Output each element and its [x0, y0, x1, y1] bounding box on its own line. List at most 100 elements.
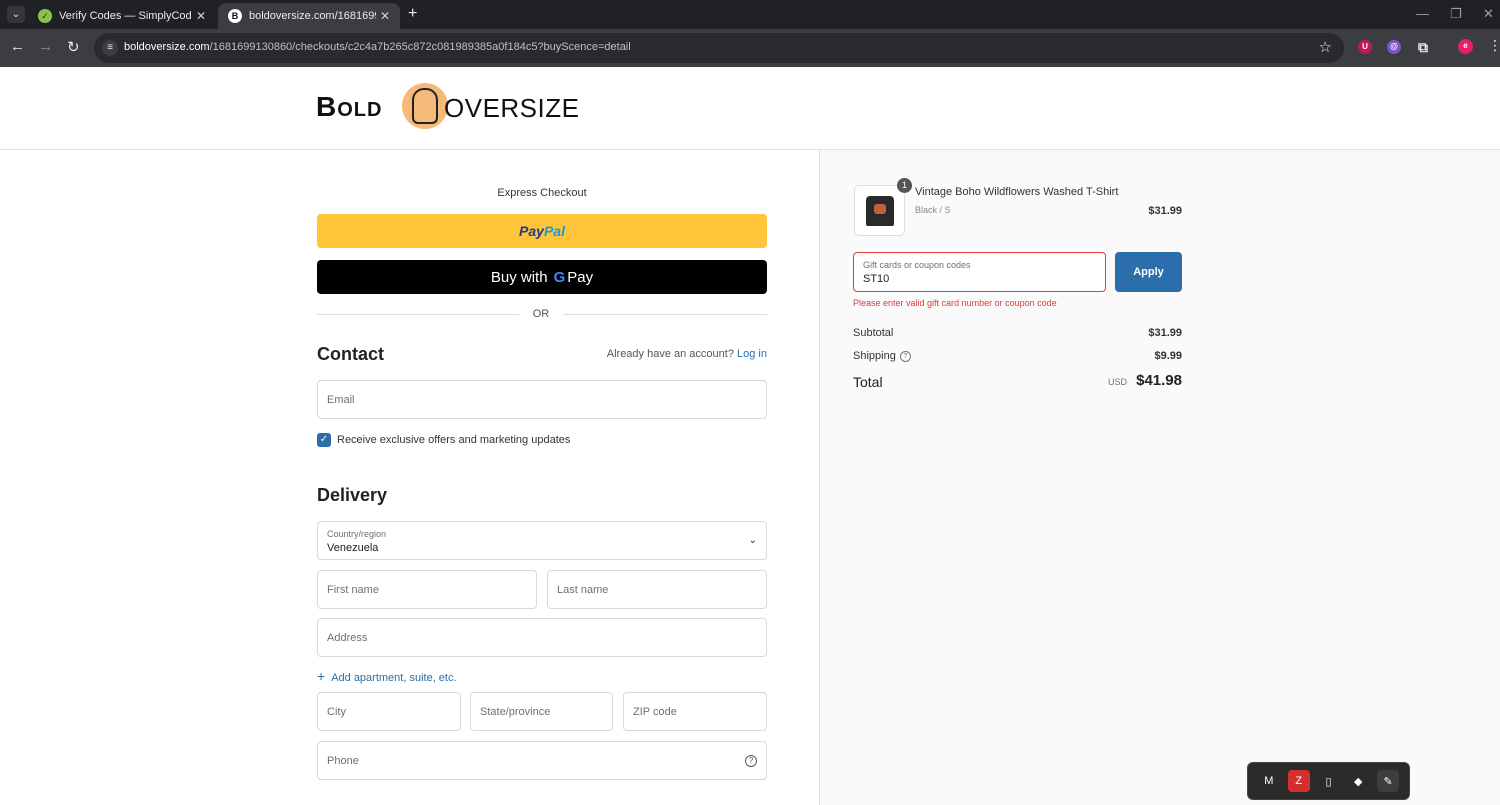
country-label: Country/region: [327, 529, 387, 539]
coupon-label: Gift cards or coupon codes: [863, 260, 971, 270]
restore-icon[interactable]: ❐: [1450, 6, 1462, 22]
paypal-logo-part2: Pal: [543, 223, 565, 239]
total-row: Total USD $41.98: [853, 372, 1182, 392]
tab-search-icon[interactable]: ⌄: [7, 6, 25, 23]
tab-boldoversize[interactable]: B boldoversize.com/16816991300 ✕: [218, 3, 400, 29]
google-g-icon: G: [553, 268, 566, 286]
phone-placeholder: Phone: [327, 754, 359, 767]
subtotal-label: Subtotal: [853, 327, 894, 339]
logo-text-bold: Bold: [316, 91, 383, 122]
shipping-label: Shipping: [853, 350, 896, 362]
total-value: $41.98: [1136, 372, 1182, 389]
subtotal-value: $31.99: [1148, 327, 1182, 339]
have-account-text: Already have an account? Log in: [606, 348, 767, 360]
product-variant: Black / S: [915, 205, 951, 215]
system-tray-flyout: M Z ▯ ◆ ✎: [1247, 762, 1410, 800]
back-icon[interactable]: ←: [10, 38, 25, 55]
checkbox-checked-icon[interactable]: ✓: [317, 433, 331, 447]
city-placeholder: City: [327, 705, 346, 718]
zip-placeholder: ZIP code: [633, 705, 677, 718]
product-name: Vintage Boho Wildflowers Washed T-Shirt: [915, 186, 1119, 198]
address-bar[interactable]: ≡ boldoversize.com/1681699130860/checkou…: [94, 33, 1344, 63]
paypal-logo-part1: Pay: [519, 223, 544, 239]
last-name-placeholder: Last name: [557, 583, 609, 596]
currency-label: USD: [1107, 377, 1127, 387]
first-name-placeholder: First name: [327, 583, 379, 596]
contact-title: Contact: [317, 344, 384, 364]
bookmark-star-icon[interactable]: ☆: [1319, 38, 1332, 56]
tab-title: boldoversize.com/16816991300: [249, 10, 376, 22]
help-icon[interactable]: ?: [899, 350, 911, 362]
logo-figure-icon: [412, 88, 438, 124]
coupon-error-text: Please enter valid gift card number or c…: [853, 298, 1057, 308]
quantity-badge: 1: [897, 178, 912, 193]
coupon-value: ST10: [863, 273, 890, 285]
minimize-icon[interactable]: —: [1416, 6, 1429, 21]
close-tab-icon[interactable]: ✕: [376, 9, 394, 23]
shield-extension-icon[interactable]: U: [1358, 40, 1372, 54]
marketing-checkbox-row[interactable]: ✓ Receive exclusive offers and marketing…: [317, 433, 570, 447]
gpay-prefix: Buy with: [490, 268, 548, 286]
phone-field[interactable]: Phone ?: [317, 741, 767, 780]
browser-toolbar: ← → ↻ ≡ boldoversize.com/1681699130860/c…: [0, 29, 1500, 67]
state-placeholder: State/province: [480, 705, 551, 718]
pen-icon[interactable]: ✎: [1377, 770, 1400, 792]
usb-icon[interactable]: ▯: [1317, 770, 1339, 792]
first-name-field[interactable]: First name: [317, 570, 537, 609]
logo-text-oversize: OVERSIZE: [444, 93, 580, 123]
url-text: boldoversize.com/1681699130860/checkouts…: [124, 41, 631, 53]
check-icon: ✓: [38, 9, 52, 23]
tab-title: Verify Codes — SimplyCodes: [59, 10, 192, 22]
puzzle-icon[interactable]: ⧉: [1416, 40, 1430, 54]
add-apartment-link[interactable]: + Add apartment, suite, etc.: [317, 668, 457, 684]
login-link[interactable]: Log in: [737, 348, 767, 360]
new-tab-icon[interactable]: +: [408, 5, 417, 23]
last-name-field[interactable]: Last name: [547, 570, 767, 609]
product-price: $31.99: [1148, 205, 1182, 217]
browser-tab-strip: ⌄ ✓ Verify Codes — SimplyCodes ✕ B boldo…: [0, 0, 1500, 29]
shipping-row: Shipping? $9.99: [853, 350, 1182, 366]
tshirt-print: [874, 204, 886, 214]
email-placeholder: Email: [327, 393, 355, 406]
delivery-title: Delivery: [317, 485, 388, 505]
site-header: Bold OVERSIZE: [0, 67, 1500, 150]
zip-field[interactable]: ZIP code: [623, 692, 767, 731]
google-pay-button[interactable]: Buy with G Pay: [317, 260, 767, 294]
close-window-icon[interactable]: ✕: [1483, 6, 1494, 22]
reload-icon[interactable]: ↻: [67, 38, 80, 56]
extension-icon[interactable]: @: [1387, 40, 1401, 54]
paypal-button[interactable]: Pay Pal: [317, 214, 767, 248]
state-field[interactable]: State/province: [470, 692, 613, 731]
express-checkout-label: Express Checkout: [497, 187, 587, 199]
country-value: Venezuela: [327, 542, 379, 554]
help-icon[interactable]: ?: [745, 755, 757, 767]
or-text: OR: [532, 308, 550, 320]
marketing-label: Receive exclusive offers and marketing u…: [337, 434, 571, 446]
tab-simplycodes[interactable]: ✓ Verify Codes — SimplyCodes ✕: [28, 3, 216, 29]
coupon-input[interactable]: Gift cards or coupon codes ST10: [853, 252, 1106, 292]
product-thumbnail: [854, 185, 905, 236]
site-info-icon[interactable]: ≡: [102, 40, 118, 56]
brand-logo[interactable]: Bold OVERSIZE: [316, 83, 580, 133]
plus-icon: +: [317, 668, 326, 684]
apply-button[interactable]: Apply: [1115, 252, 1182, 292]
address-field[interactable]: Address: [317, 618, 767, 657]
profile-avatar[interactable]: e: [1458, 39, 1473, 54]
address-placeholder: Address: [327, 631, 368, 644]
or-divider: OR: [317, 307, 767, 323]
gmail-icon[interactable]: M: [1258, 770, 1280, 792]
close-tab-icon[interactable]: ✕: [192, 9, 210, 23]
country-select[interactable]: Country/region Venezuela ⌄: [317, 521, 767, 560]
city-field[interactable]: City: [317, 692, 461, 731]
gpay-suffix: Pay: [567, 268, 594, 286]
checkout-page: Bold OVERSIZE Express Checkout Pay Pal Bu…: [0, 67, 1500, 805]
total-label: Total: [853, 374, 883, 390]
menu-kebab-icon[interactable]: ⋮: [1488, 37, 1500, 54]
order-summary-panel: [819, 150, 1500, 805]
boldoversize-icon: B: [228, 9, 242, 23]
chevron-down-icon: ⌄: [748, 535, 757, 546]
defender-icon[interactable]: ◆: [1347, 770, 1369, 792]
app-icon[interactable]: Z: [1287, 770, 1310, 792]
email-field[interactable]: Email: [317, 380, 767, 419]
forward-icon[interactable]: →: [38, 38, 53, 55]
